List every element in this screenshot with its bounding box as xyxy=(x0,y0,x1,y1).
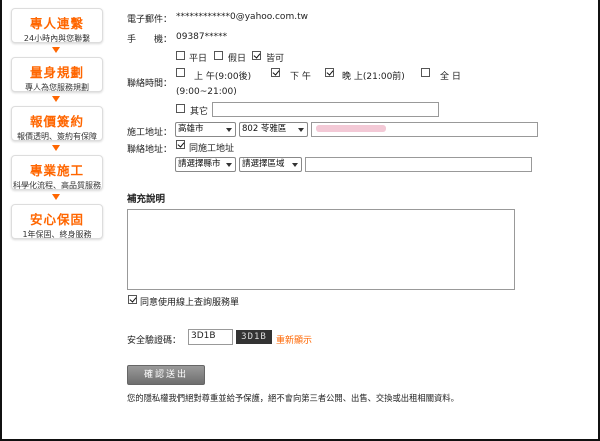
redacted-address xyxy=(316,125,386,132)
step-title: 專人連繫 xyxy=(29,16,84,31)
notes-textarea[interactable] xyxy=(127,209,515,290)
step-title: 報價簽約 xyxy=(29,114,84,129)
chevron-down-icon xyxy=(292,163,298,167)
arrow-down-icon xyxy=(52,96,60,102)
contact-city-value: 請選擇縣市 xyxy=(178,159,221,169)
refresh-captcha-link[interactable]: 重新顯示 xyxy=(276,333,312,346)
morning-checkbox[interactable] xyxy=(176,68,185,77)
process-sidebar: 專人連繫 24小時內與您聯繫 量身規劃 專人為您服務規劃 報價簽約 報價透明、簽… xyxy=(2,0,108,441)
same-as-site-label: 同施工地址 xyxy=(189,144,235,154)
captcha-label: 安全驗證碼： xyxy=(127,336,182,346)
fullday-range: (9:00~21:00) xyxy=(176,87,237,97)
contact-city-select[interactable]: 請選擇縣市 xyxy=(175,157,236,172)
step-title: 專業施工 xyxy=(29,163,84,178)
contact-district-value: 請選擇區域 xyxy=(242,159,285,169)
morning-label: 上 午(9:00後) xyxy=(194,72,252,82)
captcha-image: 3D1B xyxy=(236,330,272,344)
site-city-select[interactable]: 高雄市 xyxy=(175,122,236,137)
step-construction: 專業施工 科學化流程、高品質服務 xyxy=(11,155,103,190)
same-as-site-checkbox[interactable] xyxy=(176,140,185,149)
notes-title: 補充說明 xyxy=(127,194,166,205)
agree-label: 同意使用線上查詢服務單 xyxy=(140,298,240,308)
mobile-value: 09387***** xyxy=(176,32,228,42)
weekday-label: 平日 xyxy=(189,54,208,64)
email-value: ************0@yahoo.com.tw xyxy=(176,12,308,22)
email-label: 電子郵件： xyxy=(127,15,173,25)
step-subtitle: 專人為您服務規劃 xyxy=(25,83,89,92)
step-subtitle: 24小時內與您聯繫 xyxy=(23,34,91,43)
step-quote: 報價簽約 報價透明、簽約有保障 xyxy=(11,106,103,141)
site-district-value: 802 苓雅區 xyxy=(242,124,287,134)
agree-checkbox[interactable] xyxy=(128,295,137,304)
step-contact: 專人連繫 24小時內與您聯繫 xyxy=(11,8,103,43)
afternoon-checkbox[interactable] xyxy=(271,68,280,77)
contact-address-input[interactable] xyxy=(305,157,532,172)
contact-district-select[interactable]: 請選擇區域 xyxy=(239,157,302,172)
arrow-down-icon xyxy=(52,47,60,53)
step-planning: 量身規劃 專人為您服務規劃 xyxy=(11,57,103,92)
site-address-label: 施工地址： xyxy=(127,128,173,138)
afternoon-label: 下 午 xyxy=(290,72,311,82)
contact-time-label: 聯絡時間： xyxy=(127,79,173,89)
site-city-value: 高雄市 xyxy=(178,124,204,134)
step-title: 量身規劃 xyxy=(29,65,84,80)
other-input[interactable] xyxy=(212,102,439,117)
step-subtitle: 報價透明、簽約有保障 xyxy=(17,132,97,141)
chevron-down-icon xyxy=(298,128,304,132)
fullday-label: 全 日 xyxy=(440,72,461,82)
evening-checkbox[interactable] xyxy=(325,68,334,77)
arrow-down-icon xyxy=(52,194,60,200)
evening-label: 晚 上(21:00前) xyxy=(342,72,405,82)
chevron-down-icon xyxy=(226,128,232,132)
submit-button[interactable]: 確認送出 xyxy=(127,365,205,385)
step-title: 安心保固 xyxy=(29,212,84,227)
arrow-down-icon xyxy=(52,145,60,151)
mobile-label: 手 機： xyxy=(127,35,173,45)
holiday-label: 假日 xyxy=(228,54,247,64)
other-checkbox[interactable] xyxy=(176,104,185,113)
contact-address-label: 聯絡地址： xyxy=(127,145,173,155)
other-label: 其它 xyxy=(190,107,209,117)
anytime-checkbox[interactable] xyxy=(252,51,261,60)
fullday-checkbox[interactable] xyxy=(421,68,430,77)
weekday-checkbox[interactable] xyxy=(176,51,185,60)
step-warranty: 安心保固 1年保固、終身服務 xyxy=(11,204,103,239)
chevron-down-icon xyxy=(226,163,232,167)
captcha-input[interactable]: 3D1B xyxy=(188,329,233,345)
privacy-note: 您的隱私權我們絕對尊重並給予保護，絕不會向第三者公開、出售、交換或出租相關資料。 xyxy=(127,393,459,403)
holiday-checkbox[interactable] xyxy=(214,51,223,60)
step-subtitle: 1年保固、終身服務 xyxy=(22,230,92,239)
anytime-label: 皆可 xyxy=(266,54,285,64)
site-district-select[interactable]: 802 苓雅區 xyxy=(239,122,308,137)
step-subtitle: 科學化流程、高品質服務 xyxy=(13,181,101,190)
